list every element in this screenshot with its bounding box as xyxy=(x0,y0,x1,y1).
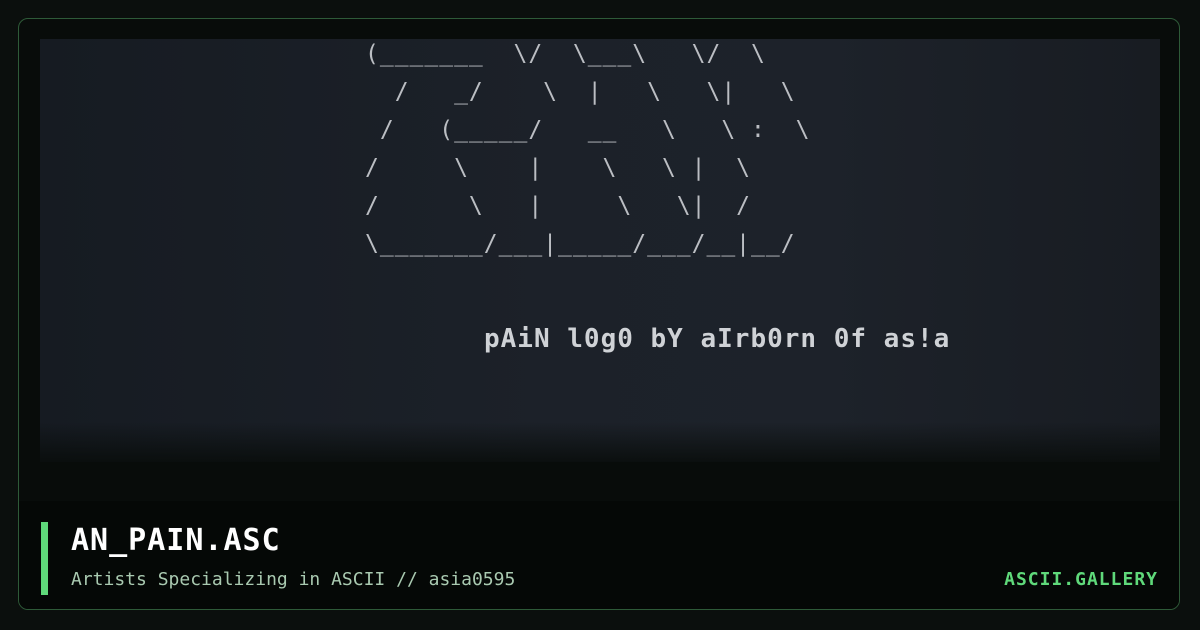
ascii-art-logo: (_______ \/ \___\ \/ \ / _/ \ | \ \| \ /… xyxy=(365,41,811,257)
card-frame: (_______ \/ \___\ \/ \ / _/ \ | \ \| \ /… xyxy=(18,18,1180,610)
accent-bar xyxy=(41,522,48,595)
card-footer: AN_PAIN.ASC Artists Specializing in ASCI… xyxy=(19,501,1179,609)
file-title: AN_PAIN.ASC xyxy=(71,523,281,558)
ascii-art-caption: pAiN l0g0 bY aIrb0rn 0f as!a xyxy=(484,324,951,354)
file-subtitle: Artists Specializing in ASCII // asia059… xyxy=(71,569,516,590)
site-brand[interactable]: ASCII.GALLERY xyxy=(1004,569,1158,590)
ascii-preview-image: (_______ \/ \___\ \/ \ / _/ \ | \ \| \ /… xyxy=(40,39,1160,462)
